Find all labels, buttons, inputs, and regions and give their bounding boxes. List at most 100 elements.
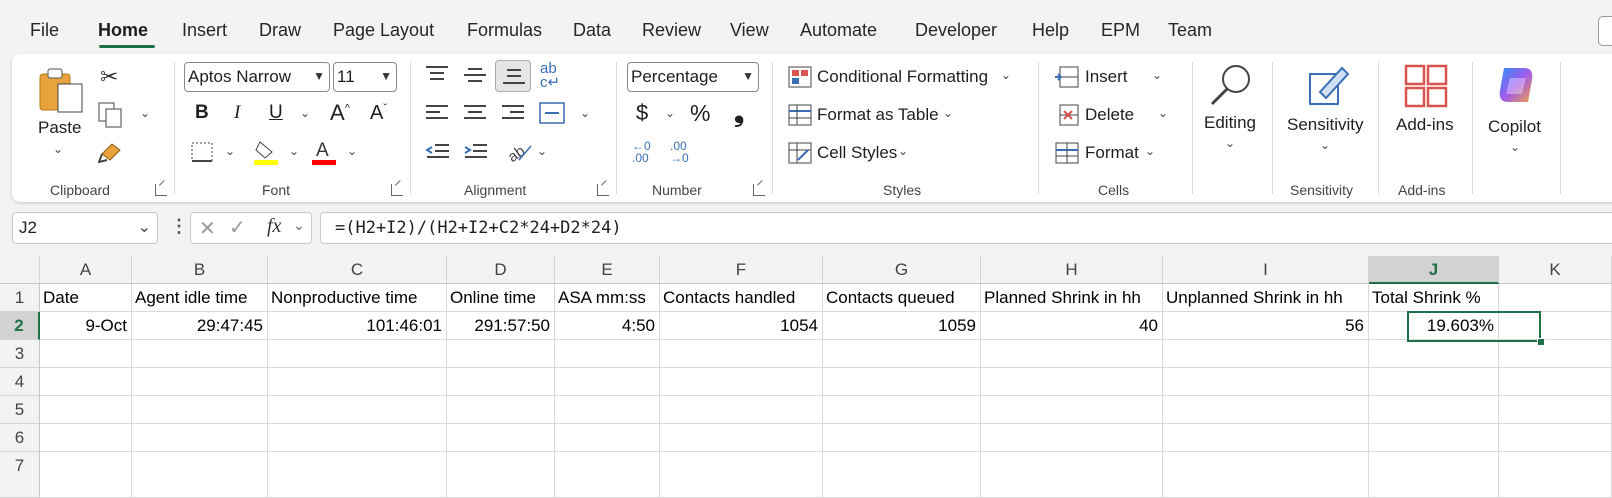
cell[interactable]: [660, 424, 823, 452]
cell[interactable]: 29:47:45: [132, 312, 268, 340]
cell[interactable]: [447, 340, 555, 368]
menu-insert[interactable]: Insert: [182, 20, 227, 41]
paste-label[interactable]: Paste: [38, 118, 81, 138]
decrease-decimal-icon[interactable]: .00 →0: [670, 140, 689, 164]
cell[interactable]: Date: [40, 284, 132, 312]
cell[interactable]: [447, 396, 555, 424]
cell[interactable]: 40: [981, 312, 1163, 340]
wrap-text-icon[interactable]: ab c↵: [540, 61, 560, 90]
align-left-icon[interactable]: [424, 102, 450, 124]
cell[interactable]: [660, 396, 823, 424]
chevron-down-icon[interactable]: ⌄: [1145, 144, 1155, 158]
cell[interactable]: 56: [1163, 312, 1369, 340]
cell[interactable]: [981, 368, 1163, 396]
cell[interactable]: [132, 368, 268, 396]
cell[interactable]: [823, 368, 981, 396]
increase-indent-icon[interactable]: [463, 141, 489, 163]
add-ins-button[interactable]: Add-ins: [1396, 115, 1454, 135]
add-ins-icon[interactable]: [1404, 64, 1448, 108]
chevron-down-icon[interactable]: ⌄: [943, 106, 953, 120]
chevron-down-icon[interactable]: ⌄: [1158, 106, 1168, 120]
column-header[interactable]: K: [1499, 256, 1612, 284]
cell[interactable]: [132, 452, 268, 498]
cell[interactable]: [1499, 284, 1612, 312]
chevron-down-icon[interactable]: ⌄: [898, 144, 908, 158]
cell[interactable]: [447, 424, 555, 452]
format-as-table-button[interactable]: Format as Table: [817, 105, 939, 125]
font-color-chevron-icon[interactable]: ⌄: [347, 144, 357, 158]
editing-chevron-icon[interactable]: ⌄: [1225, 136, 1235, 150]
orientation-chevron-icon[interactable]: ⌄: [537, 144, 547, 158]
menu-review[interactable]: Review: [642, 20, 701, 41]
cell[interactable]: [268, 340, 447, 368]
cell[interactable]: 1054: [660, 312, 823, 340]
cell[interactable]: [447, 452, 555, 498]
column-header-selected[interactable]: J: [1369, 256, 1499, 284]
align-center-icon[interactable]: [462, 102, 488, 124]
cell[interactable]: [1163, 396, 1369, 424]
align-bottom-button[interactable]: [495, 60, 531, 92]
menu-page-layout[interactable]: Page Layout: [333, 20, 434, 41]
cell[interactable]: Agent idle time: [132, 284, 268, 312]
increase-font-icon[interactable]: A^: [330, 100, 350, 126]
copilot-chevron-icon[interactable]: ⌄: [1510, 140, 1520, 154]
cell[interactable]: Unplanned Shrink in hh: [1163, 284, 1369, 312]
cell[interactable]: [40, 452, 132, 498]
cell[interactable]: [1499, 452, 1612, 498]
align-top-icon[interactable]: [424, 64, 450, 86]
insert-cells-icon[interactable]: [1055, 66, 1079, 88]
cell[interactable]: [555, 368, 660, 396]
cell[interactable]: [1163, 424, 1369, 452]
comments-button[interactable]: [1598, 16, 1612, 46]
cell[interactable]: [40, 424, 132, 452]
decrease-indent-icon[interactable]: [425, 141, 451, 163]
cell[interactable]: [660, 340, 823, 368]
worksheet-grid[interactable]: A B C D E F G H I J K 1 2 3 4 5 6 7 Date…: [0, 256, 1612, 498]
formula-input[interactable]: =(H2+I2)/(H2+I2+C2*24+D2*24): [320, 212, 1612, 244]
copilot-button[interactable]: Copilot: [1488, 117, 1541, 137]
cell[interactable]: [1499, 396, 1612, 424]
cell[interactable]: [555, 340, 660, 368]
column-header[interactable]: E: [555, 256, 660, 284]
menu-data[interactable]: Data: [573, 20, 611, 41]
cell[interactable]: [823, 396, 981, 424]
number-launcher-icon[interactable]: [753, 184, 765, 196]
align-right-icon[interactable]: [500, 102, 526, 124]
cell[interactable]: 1059: [823, 312, 981, 340]
cell[interactable]: [1163, 452, 1369, 498]
italic-icon[interactable]: I: [234, 102, 240, 124]
paste-chevron-icon[interactable]: ⌄: [53, 142, 63, 156]
cell[interactable]: [132, 340, 268, 368]
cell[interactable]: 101:46:01: [268, 312, 447, 340]
sensitivity-icon[interactable]: [1306, 62, 1350, 108]
cell[interactable]: [981, 452, 1163, 498]
paste-icon[interactable]: [38, 64, 86, 114]
cell[interactable]: 9-Oct: [40, 312, 132, 340]
menu-file[interactable]: File: [30, 20, 59, 41]
more-options-icon[interactable]: ⋮: [170, 216, 188, 237]
cell[interactable]: [660, 368, 823, 396]
cell[interactable]: [823, 340, 981, 368]
cell[interactable]: [981, 424, 1163, 452]
row-header[interactable]: 3: [0, 340, 40, 368]
cell[interactable]: Total Shrink %: [1369, 284, 1499, 312]
cell[interactable]: [555, 396, 660, 424]
column-header[interactable]: H: [981, 256, 1163, 284]
cell[interactable]: [555, 452, 660, 498]
editing-search-icon[interactable]: [1208, 62, 1254, 108]
cell[interactable]: [1163, 368, 1369, 396]
row-header[interactable]: 6: [0, 424, 40, 452]
copy-icon[interactable]: [98, 102, 124, 128]
cancel-icon[interactable]: ✕: [199, 216, 216, 241]
format-painter-icon[interactable]: [98, 140, 124, 164]
font-launcher-icon[interactable]: [391, 184, 403, 196]
cell[interactable]: [40, 396, 132, 424]
cell[interactable]: [268, 452, 447, 498]
cell[interactable]: [268, 368, 447, 396]
delete-button[interactable]: Delete: [1085, 105, 1134, 125]
increase-decimal-icon[interactable]: ←0.00: [632, 140, 651, 164]
comma-style-icon[interactable]: ❟: [734, 97, 744, 129]
row-header[interactable]: 5: [0, 396, 40, 424]
cell[interactable]: 4:50: [555, 312, 660, 340]
menu-view[interactable]: View: [730, 20, 769, 41]
